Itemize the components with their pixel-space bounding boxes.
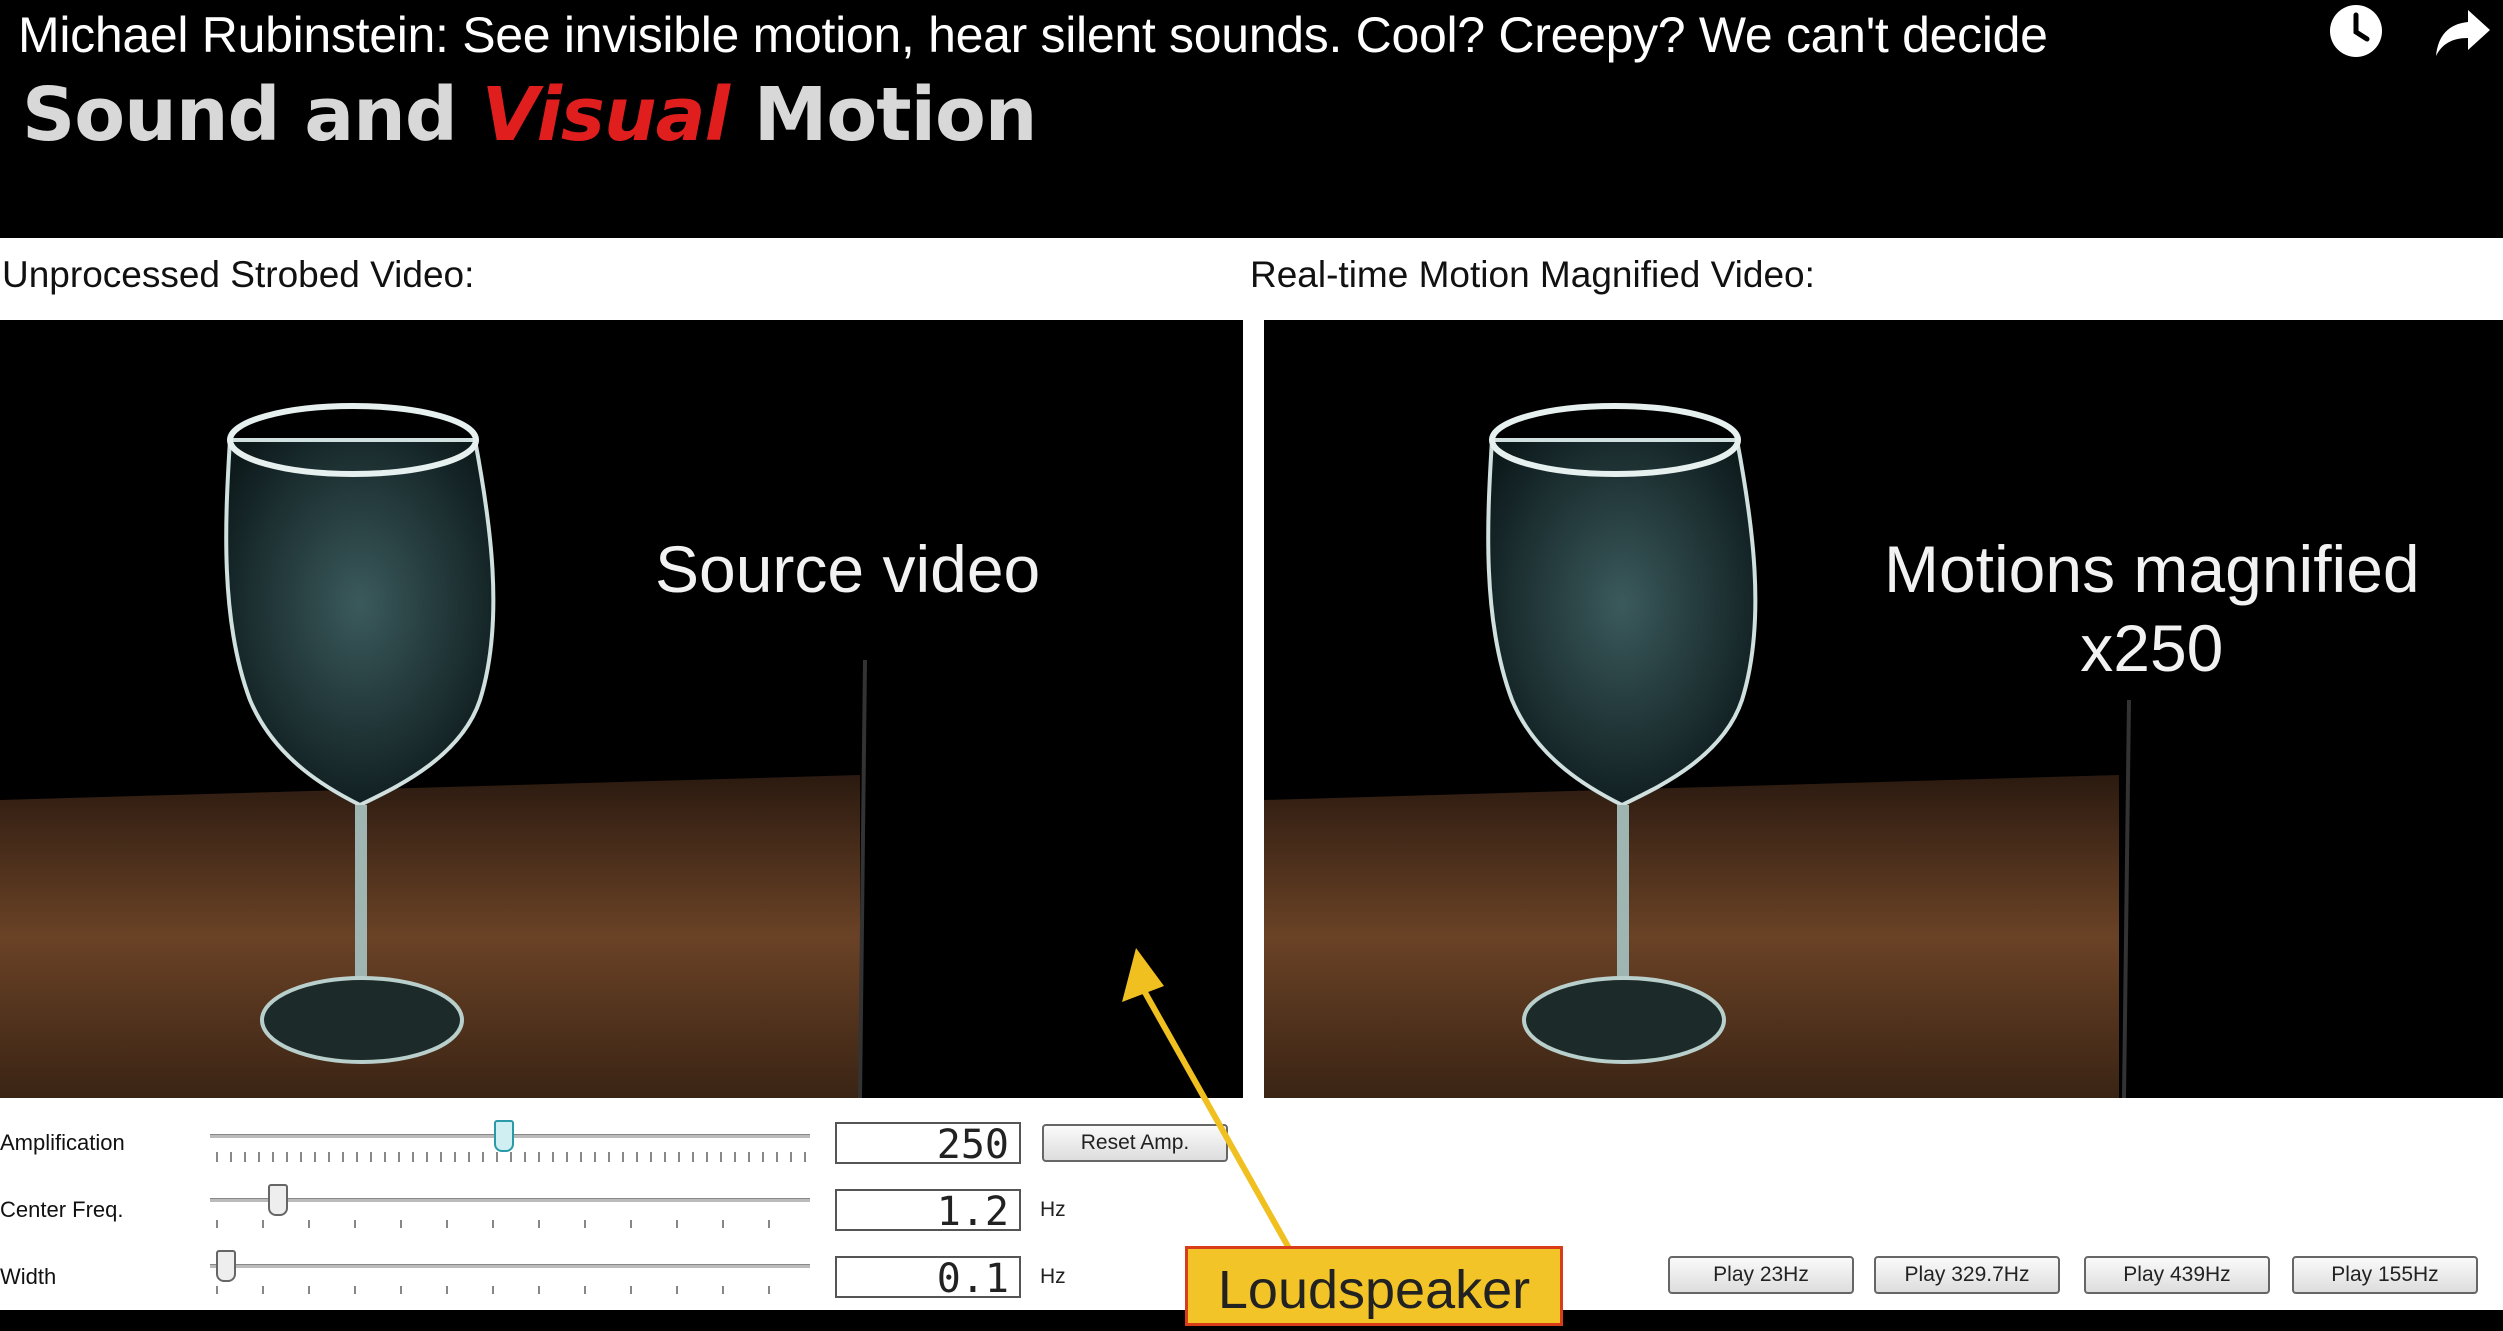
source-video[interactable]: Source video: [0, 320, 1243, 1098]
center-freq-slider-thumb[interactable]: [268, 1184, 288, 1216]
share-arrow-icon[interactable]: [2432, 0, 2494, 62]
magnified-caption-line2: x250: [2080, 611, 2224, 686]
clock-icon[interactable]: [2325, 0, 2387, 62]
heading-part2: Motion: [728, 72, 1038, 158]
width-value[interactable]: 0.1: [835, 1256, 1021, 1300]
width-slider[interactable]: [210, 1250, 810, 1300]
wine-glass-scene: [0, 320, 1243, 1098]
play-155hz-button[interactable]: Play 155Hz: [2292, 1256, 2478, 1294]
center-freq-slider[interactable]: [210, 1184, 810, 1234]
callout-arrow: [1122, 948, 1293, 1252]
heading-part1: Sound and: [22, 72, 482, 158]
width-unit: Hz: [1040, 1265, 1066, 1288]
slide-heading: Sound and Visual Motion: [22, 72, 1038, 158]
play-439hz-button[interactable]: Play 439Hz: [2084, 1256, 2270, 1294]
magnified-video-caption: Motions magnified x250: [1884, 530, 2420, 688]
source-video-caption: Source video: [655, 532, 1041, 606]
amplification-label: Amplification: [0, 1130, 125, 1155]
loudspeaker-callout: Loudspeaker: [1185, 1246, 1563, 1326]
magnified-video[interactable]: Motions magnified x250: [1264, 320, 2503, 1098]
width-slider-thumb[interactable]: [215, 1250, 236, 1282]
amplification-slider-thumb[interactable]: [494, 1120, 515, 1152]
play-329-7hz-button[interactable]: Play 329.7Hz: [1874, 1256, 2060, 1294]
play-23hz-button[interactable]: Play 23Hz: [1668, 1256, 1854, 1294]
center-freq-value[interactable]: 1.2: [835, 1189, 1021, 1233]
center-freq-label: Center Freq.: [0, 1197, 124, 1222]
left-panel-label: Unprocessed Strobed Video:: [2, 254, 475, 295]
amplification-value[interactable]: 250: [835, 1122, 1021, 1166]
right-panel-label: Real-time Motion Magnified Video:: [1250, 254, 1815, 295]
video-title: Michael Rubinstein: See invisible motion…: [18, 7, 2048, 63]
amplification-slider[interactable]: [210, 1120, 810, 1170]
magnified-caption-line1: Motions magnified: [1884, 532, 2420, 606]
center-freq-unit: Hz: [1040, 1198, 1066, 1221]
wine-glass-scene-magnified: [1264, 320, 2503, 1098]
width-label: Width: [0, 1264, 57, 1289]
heading-accent: Visual: [481, 72, 730, 158]
